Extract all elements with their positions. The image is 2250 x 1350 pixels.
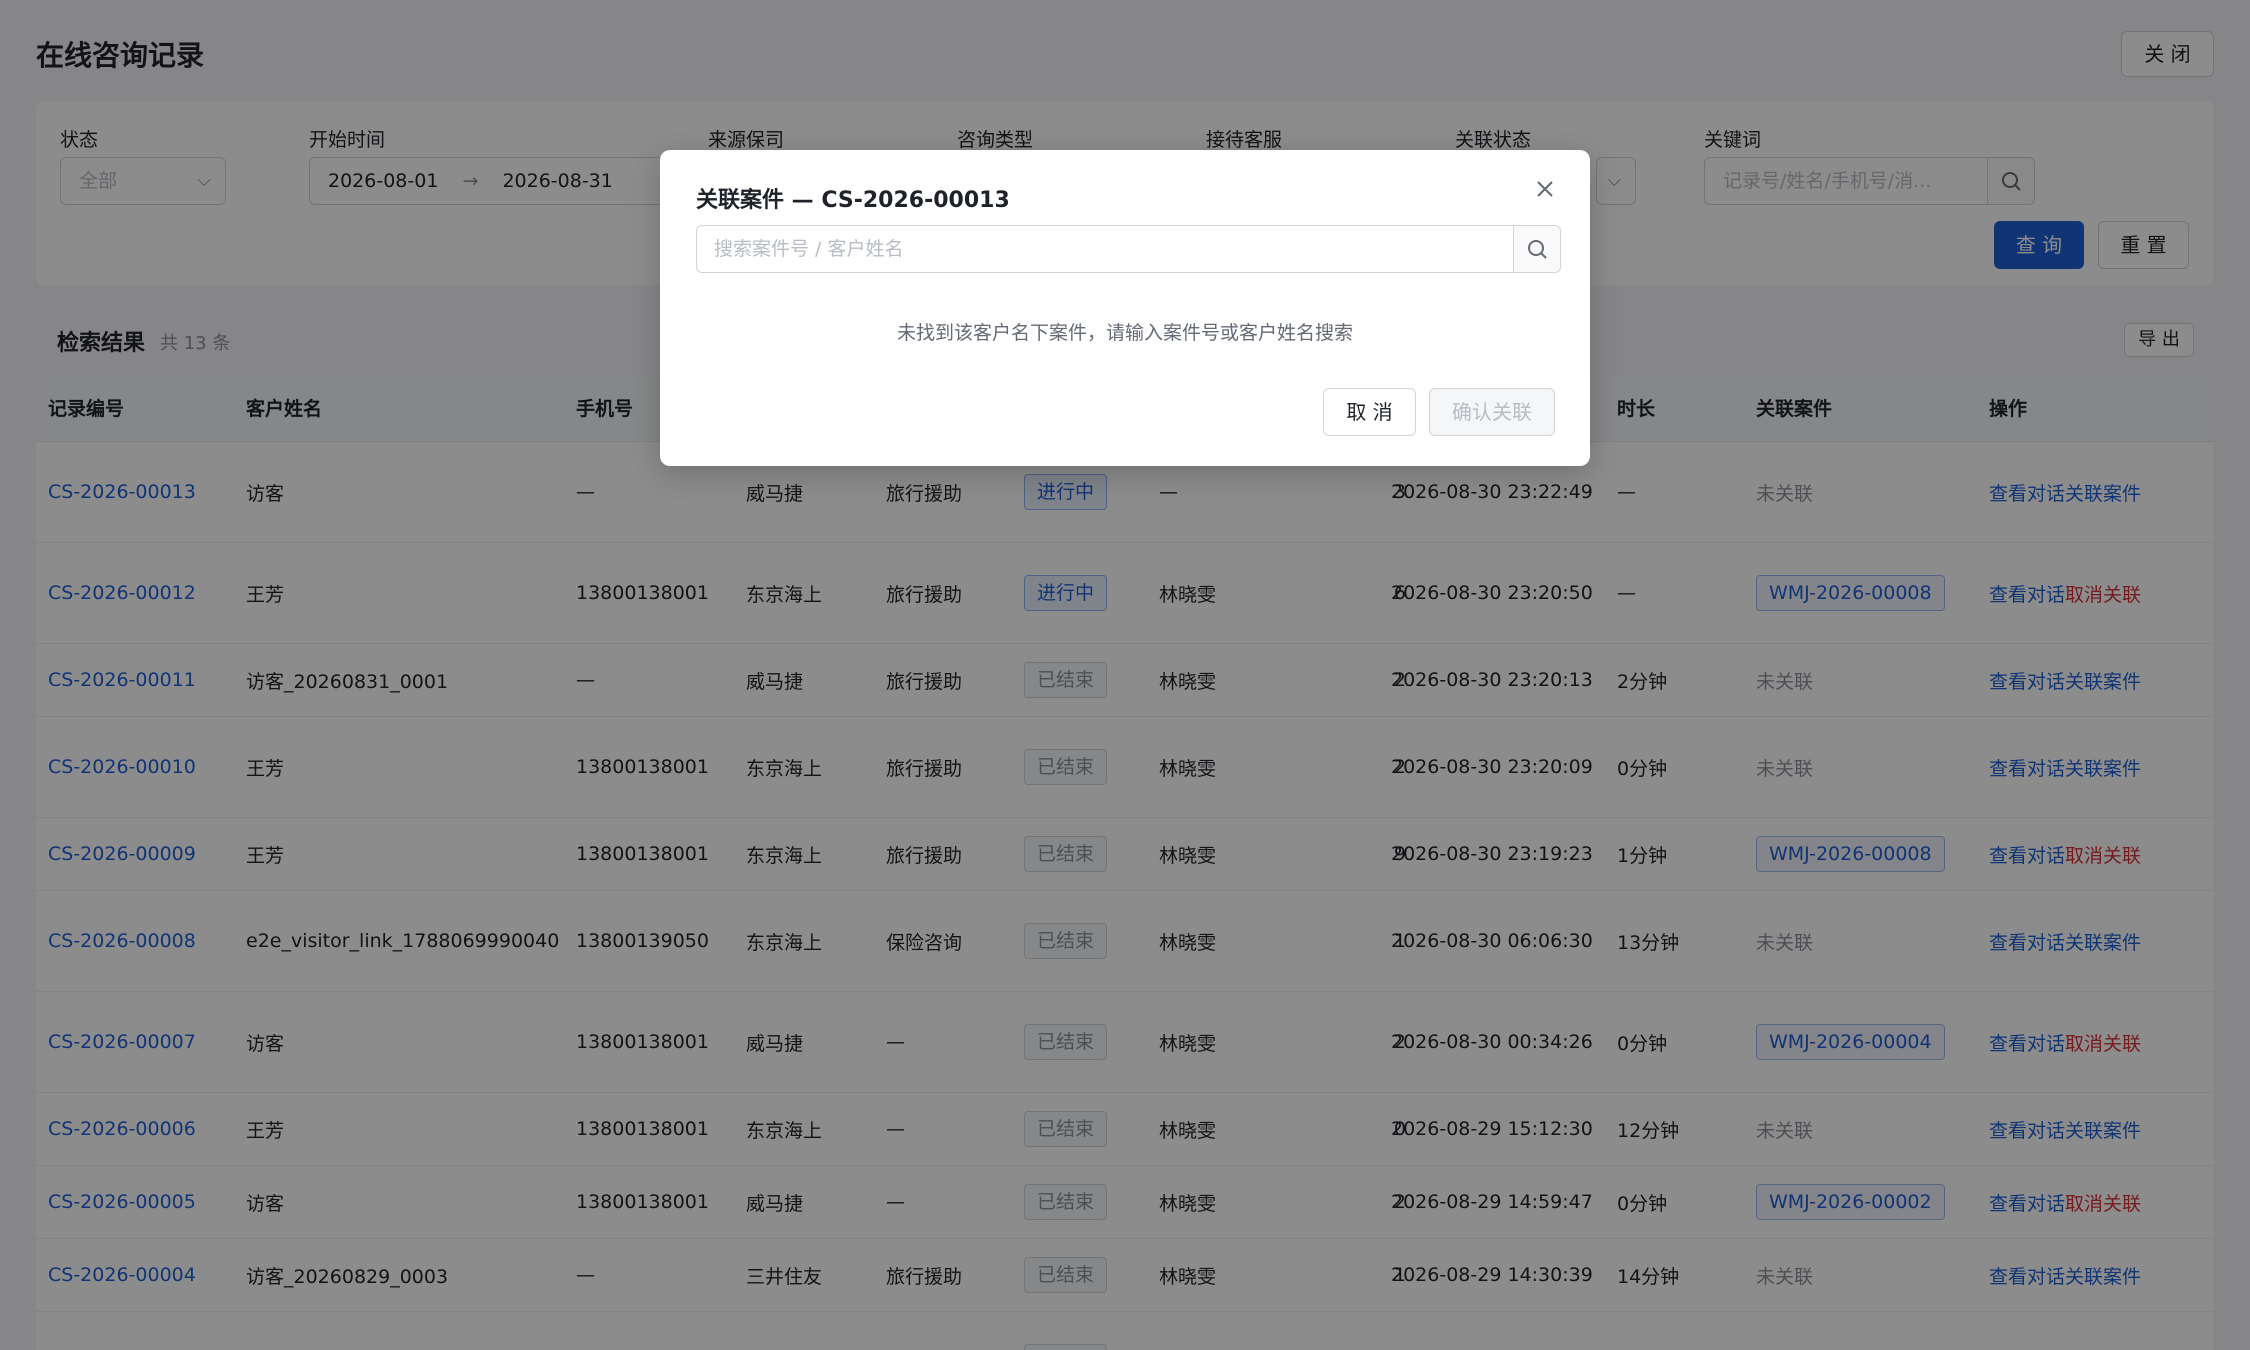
case-search-input[interactable]: 搜索案件号 / 客户姓名 xyxy=(696,225,1514,273)
close-icon[interactable] xyxy=(1530,174,1560,204)
empty-state-text: 未找到该客户名下案件，请输入案件号或客户姓名搜索 xyxy=(896,322,1353,344)
cancel-button[interactable]: 取 消 xyxy=(1323,388,1416,436)
modal-title: 关联案件 — CS-2026-00013 xyxy=(696,188,1010,213)
confirm-link-button[interactable]: 确认关联 xyxy=(1429,388,1555,436)
search-icon xyxy=(1528,240,1547,259)
case-search-button[interactable] xyxy=(1513,225,1561,273)
link-case-modal: 关联案件 — CS-2026-00013 搜索案件号 / 客户姓名 未找到该客户… xyxy=(660,150,1590,466)
app-root: 在线咨询记录 关 闭 状态 全部 ⌵ 开始时间 2026-08-01 → 202… xyxy=(0,0,2250,1350)
